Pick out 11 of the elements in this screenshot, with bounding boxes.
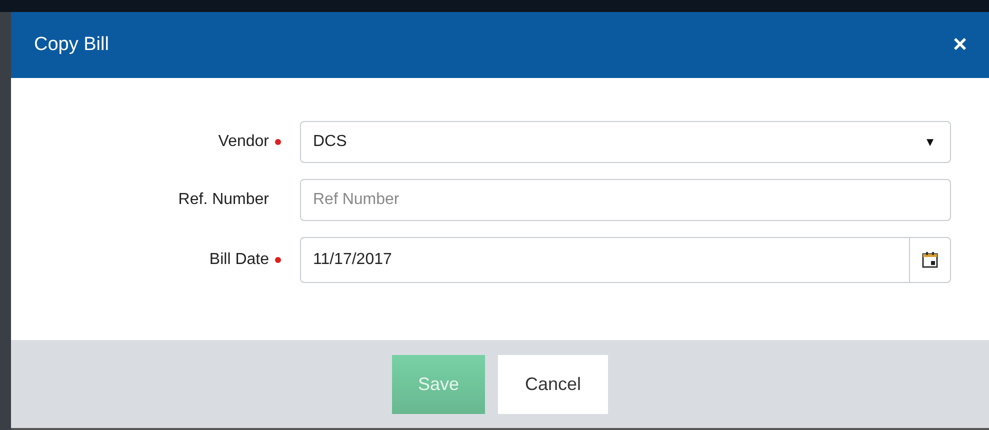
dialog-title: Copy Bill: [34, 34, 109, 56]
cancel-button[interactable]: Cancel: [498, 354, 608, 414]
field-label: Ref. Number: [177, 191, 269, 209]
close-button[interactable]: ×: [952, 31, 967, 59]
field-label: Bill Date: [208, 251, 269, 269]
calendar-button[interactable]: [909, 238, 950, 282]
calendar-icon: [921, 251, 939, 269]
field-label: Vendor: [217, 133, 269, 151]
ref-number-input[interactable]: Ref Number: [300, 179, 951, 221]
date-input[interactable]: 11/17/2017: [300, 237, 951, 283]
vendor-select[interactable]: DCS ▼: [300, 121, 951, 163]
